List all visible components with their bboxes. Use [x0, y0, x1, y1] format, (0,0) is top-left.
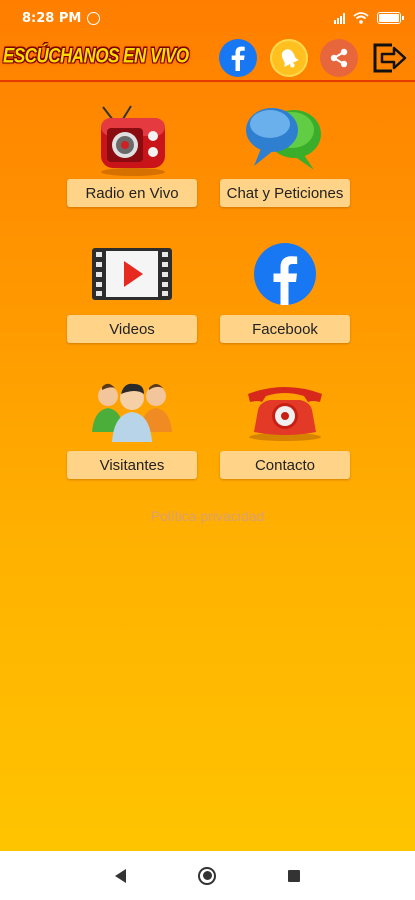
- share-icon: [330, 48, 348, 68]
- users-group-icon: [92, 383, 172, 442]
- videos-tile[interactable]: Videos: [67, 240, 197, 343]
- signal-icon: [334, 12, 345, 24]
- privacy-policy-link[interactable]: Política privacidad: [0, 508, 415, 524]
- home-icon[interactable]: [198, 866, 216, 885]
- videos-label: Videos: [67, 315, 197, 343]
- facebook-icon: [231, 46, 245, 71]
- back-icon[interactable]: [115, 868, 126, 883]
- app-screen: 8:28 PM ESCÚCHANOS EN VIVO Radio en Vivo…: [0, 0, 415, 851]
- radio-label: Radio en Vivo: [67, 179, 197, 207]
- whatsapp-icon: [87, 11, 101, 25]
- chat-tile[interactable]: Chat y Peticiones: [220, 100, 350, 208]
- chat-bubbles-icon: [246, 108, 321, 170]
- chat-label: Chat y Peticiones: [220, 179, 350, 207]
- facebook-logo-icon: [254, 243, 316, 305]
- notifications-button[interactable]: [270, 39, 308, 77]
- contact-tile[interactable]: Contacto: [220, 376, 350, 479]
- share-button[interactable]: [320, 39, 358, 77]
- wifi-icon: [353, 12, 369, 24]
- facebook-label: Facebook: [220, 315, 350, 343]
- facebook-tile[interactable]: Facebook: [220, 240, 350, 343]
- visitors-label: Visitantes: [67, 451, 197, 479]
- battery-icon: [377, 12, 404, 24]
- radio-icon: [101, 105, 165, 176]
- exit-icon: [373, 43, 407, 73]
- app-toolbar: ESCÚCHANOS EN VIVO: [0, 36, 415, 82]
- contact-label: Contacto: [220, 451, 350, 479]
- visitors-tile[interactable]: Visitantes: [67, 376, 197, 479]
- bell-icon: [281, 49, 299, 68]
- app-logo: ESCÚCHANOS EN VIVO: [3, 43, 189, 68]
- system-nav-bar: [0, 851, 415, 900]
- radio-tile[interactable]: Radio en Vivo: [67, 100, 197, 208]
- status-bar: 8:28 PM: [0, 0, 415, 36]
- status-time: 8:28 PM: [22, 10, 82, 26]
- telephone-icon: [248, 387, 322, 441]
- facebook-button[interactable]: [219, 39, 257, 77]
- recents-icon[interactable]: [288, 869, 300, 882]
- video-player-icon: [92, 248, 172, 300]
- exit-button[interactable]: [370, 39, 408, 77]
